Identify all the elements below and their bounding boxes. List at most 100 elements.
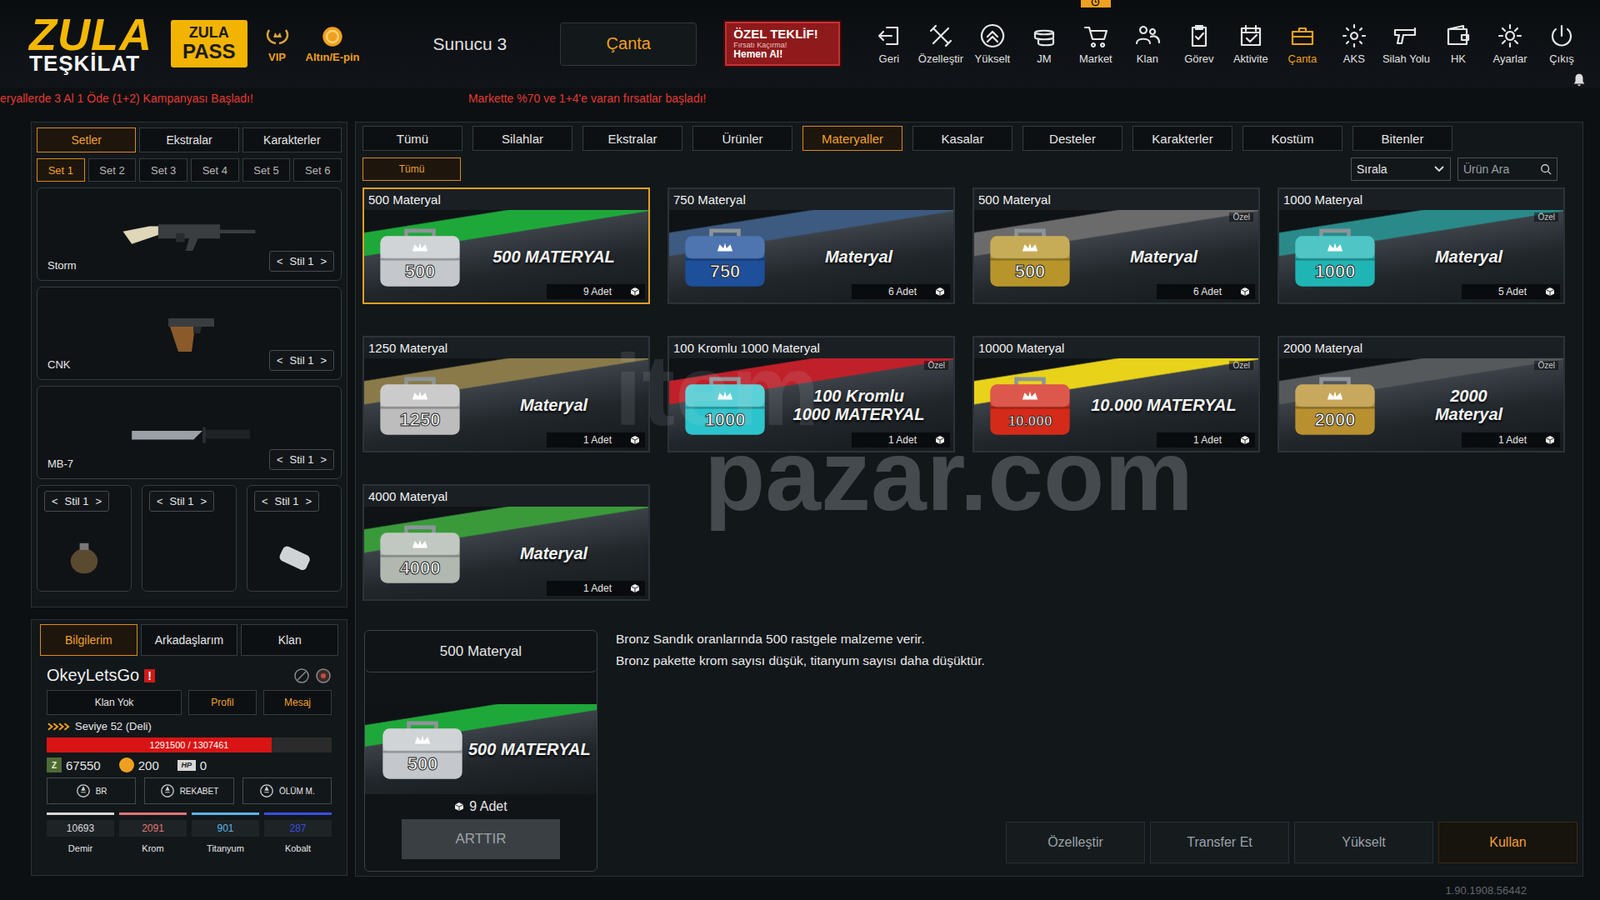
action-button[interactable]: Kullan — [1438, 821, 1578, 864]
profile-tab[interactable]: Bilgilerim — [40, 624, 138, 656]
search-field[interactable]: Ürün Ara — [1457, 157, 1558, 181]
item-card[interactable]: 1250 Materyal1250Materyal1 Adet — [362, 335, 650, 453]
resource: 901Titanyum — [191, 812, 260, 854]
sort-dropdown[interactable]: Sırala — [1350, 157, 1451, 181]
action-button[interactable]: Transfer Et — [1150, 821, 1290, 864]
bag-button[interactable]: Çanta — [560, 22, 697, 66]
nav-item[interactable]: Özelleştir — [915, 22, 966, 65]
set-tab[interactable]: Set 1 — [36, 158, 85, 182]
svg-text:500: 500 — [1015, 260, 1046, 281]
loadout-tab[interactable]: Ekstralar — [139, 127, 239, 153]
nav-icon — [1496, 22, 1524, 50]
case-icon: 500 — [376, 714, 469, 785]
style-selector[interactable]: <Stil 1> — [149, 490, 215, 512]
gold-button[interactable]: Altın/E-pin — [305, 25, 360, 64]
item-card[interactable]: 750 Materyal750Materyal6 Adet — [667, 187, 955, 305]
item-count: 5 Adet — [1461, 284, 1560, 300]
style-selector[interactable]: <Stil 1> — [269, 350, 335, 371]
style-selector[interactable]: <Stil 1> — [269, 449, 335, 470]
cube-icon — [1545, 286, 1555, 297]
weapon-card[interactable]: Storm<Stil 1> — [36, 187, 342, 281]
equipment-slot[interactable]: <Stil 1> — [36, 485, 132, 592]
special-offer[interactable]: ÖZEL TEKLİF!Fırsatı Kaçırma!Hemen Al! — [725, 21, 840, 66]
category-tab[interactable]: Ürünler — [692, 125, 793, 151]
mode-button[interactable]: REKABET — [144, 777, 234, 805]
set-tab[interactable]: Set 5 — [242, 158, 291, 182]
category-tab[interactable]: Bitenler — [1352, 125, 1453, 151]
action-button[interactable]: Özelleştir — [1005, 821, 1145, 864]
nav-item[interactable]: HK — [1433, 22, 1484, 65]
weapon-card[interactable]: MB-7<Stil 1> — [36, 385, 342, 480]
market-panel: Tümü Silahlar Ekstralar Ürünler Materyaller K… — [355, 121, 1584, 877]
nav-item[interactable]: Görev — [1174, 22, 1225, 65]
nav-item[interactable]: Aktivite — [1225, 22, 1276, 65]
nav-item[interactable]: Klan — [1122, 22, 1173, 65]
equipment-slot[interactable]: <Stil 1> — [246, 485, 342, 592]
category-tab[interactable]: Karakterler — [1132, 125, 1233, 151]
category-tab[interactable]: Ekstralar — [582, 125, 683, 151]
nav-icon — [1548, 22, 1575, 50]
nav-item[interactable]: Yükselt — [967, 22, 1018, 65]
item-card[interactable]: 2000 Materyal20002000MateryalÖzel1 Adet — [1277, 335, 1565, 453]
set-tab[interactable]: Set 6 — [293, 158, 342, 182]
style-selector[interactable]: <Stil 1> — [269, 250, 335, 272]
nav-item[interactable]: Geri — [864, 22, 915, 65]
vip-button[interactable]: VIP — [264, 25, 291, 64]
logo[interactable]: ZULATEŞKİLAT — [29, 14, 153, 75]
profile-button[interactable]: Profil — [188, 690, 257, 715]
status-icon[interactable] — [315, 667, 332, 685]
category-tab[interactable]: Materyaller — [802, 125, 903, 151]
nav-item[interactable]: Silah Yolu — [1380, 22, 1432, 65]
loadout-panel: SetlerEkstralarKarakterlerSet 1Set 2Set … — [30, 121, 348, 608]
weapon-card[interactable]: CNK<Stil 1> — [36, 286, 342, 380]
sub-tab[interactable]: Tümü — [362, 157, 461, 181]
action-button[interactable]: Yükselt — [1294, 821, 1434, 864]
style-selector[interactable]: <Stil 1> — [44, 490, 110, 512]
xp-bar: 1291500 / 1307461 — [46, 737, 332, 753]
item-card[interactable]: 500 Materyal500500 MATERYAL9 Adet — [362, 187, 650, 305]
category-tab[interactable]: Silahlar — [472, 125, 573, 151]
set-tab[interactable]: Set 3 — [139, 158, 188, 182]
currency-icon: HP — [177, 760, 196, 771]
loadout-tab[interactable]: Setler — [36, 127, 136, 153]
increase-button[interactable]: ARTTIR — [401, 819, 560, 860]
block-icon[interactable] — [293, 667, 310, 685]
mode-icon — [160, 783, 175, 799]
set-tab[interactable]: Set 4 — [190, 158, 240, 182]
item-card[interactable]: 10000 Materyal10.00010.000 MATERYALÖzel1… — [972, 335, 1260, 453]
bell-icon[interactable] — [1571, 72, 1587, 88]
profile-button[interactable]: Klan Yok — [46, 690, 182, 715]
nav-item[interactable]: JM — [1019, 22, 1070, 65]
item-card[interactable]: 4000 Materyal4000Materyal1 Adet — [362, 484, 650, 601]
set-tab[interactable]: Set 2 — [88, 158, 137, 182]
nav-item[interactable]: Çıkış — [1536, 22, 1587, 65]
clock-icon — [1090, 0, 1100, 7]
profile-buttons: Klan YokProfilMesaj — [40, 690, 339, 715]
mode-button[interactable]: BR — [46, 777, 136, 805]
nav-icon — [1082, 22, 1110, 50]
filter-row: Tümü SıralaÜrün Ara — [360, 157, 1578, 181]
category-tab[interactable]: Tümü — [362, 125, 463, 151]
profile-tab[interactable]: Arkadaşlarım — [140, 624, 239, 656]
item-card[interactable]: 500 Materyal500MateryalÖzel6 Adet — [972, 187, 1260, 305]
item-card[interactable]: 1000 Materyal1000MateryalÖzel5 Adet — [1277, 187, 1565, 305]
category-tab[interactable]: Kostüm — [1242, 125, 1343, 151]
cube-icon — [935, 435, 945, 445]
zula-pass-button[interactable]: ZULAPASS — [170, 20, 248, 67]
nav-item[interactable]: AKS — [1329, 22, 1380, 65]
nav-icon — [1445, 22, 1472, 50]
mode-button[interactable]: ÖLÜM M. — [242, 777, 332, 805]
loadout-tab[interactable]: Karakterler — [242, 127, 342, 153]
cube-icon — [1240, 286, 1250, 297]
nav-item[interactable]: Çanta — [1277, 22, 1328, 65]
equipment-slot[interactable]: <Stil 1> — [141, 485, 237, 592]
profile-tab[interactable]: Klan — [240, 624, 339, 656]
item-image: 750Materyal6 Adet — [669, 210, 954, 303]
item-card[interactable]: 100 Kromlu 1000 Materyal1000100 Kromlu10… — [667, 335, 955, 453]
profile-button[interactable]: Mesaj — [263, 690, 332, 715]
style-selector[interactable]: <Stil 1> — [254, 490, 320, 512]
nav-item[interactable]: Market — [1070, 22, 1121, 65]
category-tab[interactable]: Desteler — [1022, 125, 1123, 151]
nav-item[interactable]: Ayarlar — [1485, 22, 1535, 65]
category-tab[interactable]: Kasalar — [912, 125, 1013, 151]
